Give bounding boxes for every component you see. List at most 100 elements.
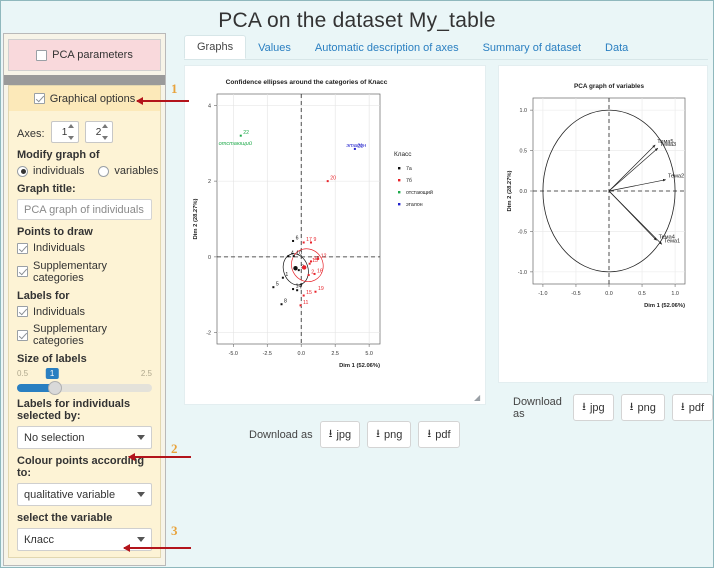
points-to-draw-label: Points to draw — [17, 226, 152, 238]
checkbox-box — [34, 93, 45, 104]
radio-individuals-label: individuals — [33, 165, 84, 177]
colour-points-select[interactable]: qualitative variable — [17, 483, 152, 506]
labels-selected-by-value: No selection — [24, 432, 85, 444]
checkbox-points-supplementary-categories[interactable]: Supplementary categories — [17, 260, 152, 284]
svg-text:эталон: эталон — [406, 202, 423, 208]
select-variable-value: Класс — [24, 534, 54, 546]
svg-text:22: 22 — [243, 130, 249, 136]
graphical-options-checkbox[interactable]: Graphical options — [34, 93, 136, 105]
graph-title-label: Graph title: — [17, 183, 152, 195]
chevron-down-icon — [137, 435, 145, 440]
download-icon: ⭳ — [329, 425, 333, 444]
checkbox-labels-individuals[interactable]: Individuals — [17, 306, 85, 318]
slider-track[interactable] — [17, 384, 152, 392]
svg-text:11: 11 — [303, 300, 308, 306]
svg-text:Confidence ellipses around the: Confidence ellipses around the categorie… — [226, 79, 388, 86]
svg-text:15: 15 — [306, 290, 312, 296]
checkbox-labels-supplementary-categories[interactable]: Supplementary categories — [17, 323, 152, 347]
checkbox-points-individuals[interactable]: Individuals — [17, 242, 85, 254]
tab-bar: Graphs Values Automatic description of a… — [184, 35, 640, 59]
checkbox-box — [17, 243, 28, 254]
axis-dim2-value: 2 — [96, 127, 102, 138]
svg-text:-1.0: -1.0 — [518, 270, 527, 276]
pca-parameters-panel[interactable]: PCA parameters — [8, 39, 161, 71]
annotation-number-1: 1 — [171, 81, 178, 97]
download-pdf-label: pdf — [435, 429, 450, 441]
size-of-labels-slider[interactable]: 0.5 1 2.5 — [17, 369, 152, 392]
axis-dim2-stepper[interactable]: 2 — [85, 121, 113, 143]
sidebar: PCA parameters Graphical options Axes: 1… — [3, 33, 166, 566]
slider-knob[interactable] — [48, 381, 62, 395]
svg-text:2.5: 2.5 — [331, 351, 339, 357]
tab-summary-of-dataset[interactable]: Summary of dataset — [471, 37, 593, 59]
download-png-label: png — [637, 402, 655, 414]
svg-text:6: 6 — [296, 235, 299, 241]
svg-text:7б: 7б — [406, 178, 412, 184]
svg-text:Dim 1 (52.06%): Dim 1 (52.06%) — [644, 303, 685, 309]
variables-plot[interactable]: -1.0-0.50.00.51.01.00.50.0-0.5-1.0PCA gr… — [499, 66, 707, 382]
radio-variables[interactable]: variables — [98, 165, 158, 177]
download-label: Download as — [513, 396, 566, 420]
svg-text:-0.5: -0.5 — [571, 291, 580, 297]
svg-text:1.0: 1.0 — [520, 108, 528, 114]
radio-individuals[interactable]: individuals — [17, 165, 84, 177]
individuals-plot[interactable]: -5.0-2.50.02.55.0420-2Confidence ellipse… — [185, 66, 485, 398]
tab-automatic-description-of-axes[interactable]: Automatic description of axes — [303, 37, 471, 59]
tab-graphs[interactable]: Graphs — [184, 35, 246, 59]
stepper-arrows-icon[interactable] — [68, 124, 76, 140]
svg-text:20: 20 — [330, 176, 336, 182]
checkbox-points-individuals-label: Individuals — [33, 242, 85, 254]
svg-text:7: 7 — [300, 285, 303, 291]
tab-data[interactable]: Data — [593, 37, 640, 59]
download-label: Download as — [249, 429, 313, 441]
svg-text:PCA graph of variables: PCA graph of variables — [574, 83, 645, 90]
svg-text:Тема3: Тема3 — [660, 142, 676, 148]
svg-text:9: 9 — [313, 237, 316, 243]
labels-for-label: Labels for — [17, 290, 152, 302]
chevron-down-icon — [137, 492, 145, 497]
svg-text:10: 10 — [296, 251, 302, 257]
svg-text:отстающий: отстающий — [219, 140, 252, 147]
tab-values[interactable]: Values — [246, 37, 303, 59]
download-jpg-label: jpg — [590, 402, 605, 414]
stepper-arrows-icon[interactable] — [102, 124, 110, 140]
annotation-arrow-1 — [137, 100, 189, 102]
checkbox-box — [36, 50, 47, 61]
checkbox-labels-individuals-label: Individuals — [33, 306, 85, 318]
radio-dot — [98, 166, 109, 177]
pca-parameters-checkbox[interactable]: PCA parameters — [36, 49, 133, 61]
download-jpg-button[interactable]: ⭳ jpg — [573, 394, 614, 421]
download-png-button[interactable]: ⭳ png — [621, 394, 665, 421]
svg-text:8: 8 — [284, 299, 287, 305]
svg-text:0: 0 — [208, 255, 211, 261]
graph-title-input[interactable]: PCA graph of individuals — [17, 199, 152, 220]
labels-supp-cat-row: Supplementary categories — [17, 323, 152, 347]
download-jpg-button[interactable]: ⭳ jpg — [320, 421, 361, 448]
slider-max-label: 2.5 — [141, 369, 152, 381]
svg-text:19: 19 — [318, 286, 324, 292]
svg-text:5.0: 5.0 — [365, 351, 373, 357]
svg-text:12: 12 — [321, 253, 327, 259]
slider-min-label: 0.5 — [17, 369, 28, 381]
points-supp-cat-row: Supplementary categories — [17, 260, 152, 284]
axis-dim1-stepper[interactable]: 1 — [51, 121, 79, 143]
select-variable-label: select the variable — [17, 512, 152, 524]
resize-handle[interactable]: ◢ — [474, 393, 482, 401]
svg-text:16: 16 — [317, 268, 323, 274]
svg-text:5: 5 — [276, 282, 279, 288]
svg-text:4: 4 — [291, 251, 294, 257]
axis-dim1-value: 1 — [62, 127, 68, 138]
svg-text:Dim 2 (28.27%): Dim 2 (28.27%) — [507, 170, 513, 211]
download-png-button[interactable]: ⭳ png — [367, 421, 411, 448]
svg-text:4: 4 — [208, 103, 211, 109]
points-individuals-row: Individuals — [17, 242, 152, 257]
svg-text:1.0: 1.0 — [671, 291, 679, 297]
svg-text:-1.0: -1.0 — [538, 291, 547, 297]
download-icon: ⭳ — [376, 425, 380, 444]
radio-variables-label: variables — [114, 165, 158, 177]
download-jpg-label: jpg — [336, 429, 351, 441]
download-pdf-button[interactable]: ⭳ pdf — [418, 421, 459, 448]
labels-selected-by-select[interactable]: No selection — [17, 426, 152, 449]
svg-text:0.0: 0.0 — [520, 189, 528, 195]
download-pdf-button[interactable]: ⭳ pdf — [672, 394, 713, 421]
